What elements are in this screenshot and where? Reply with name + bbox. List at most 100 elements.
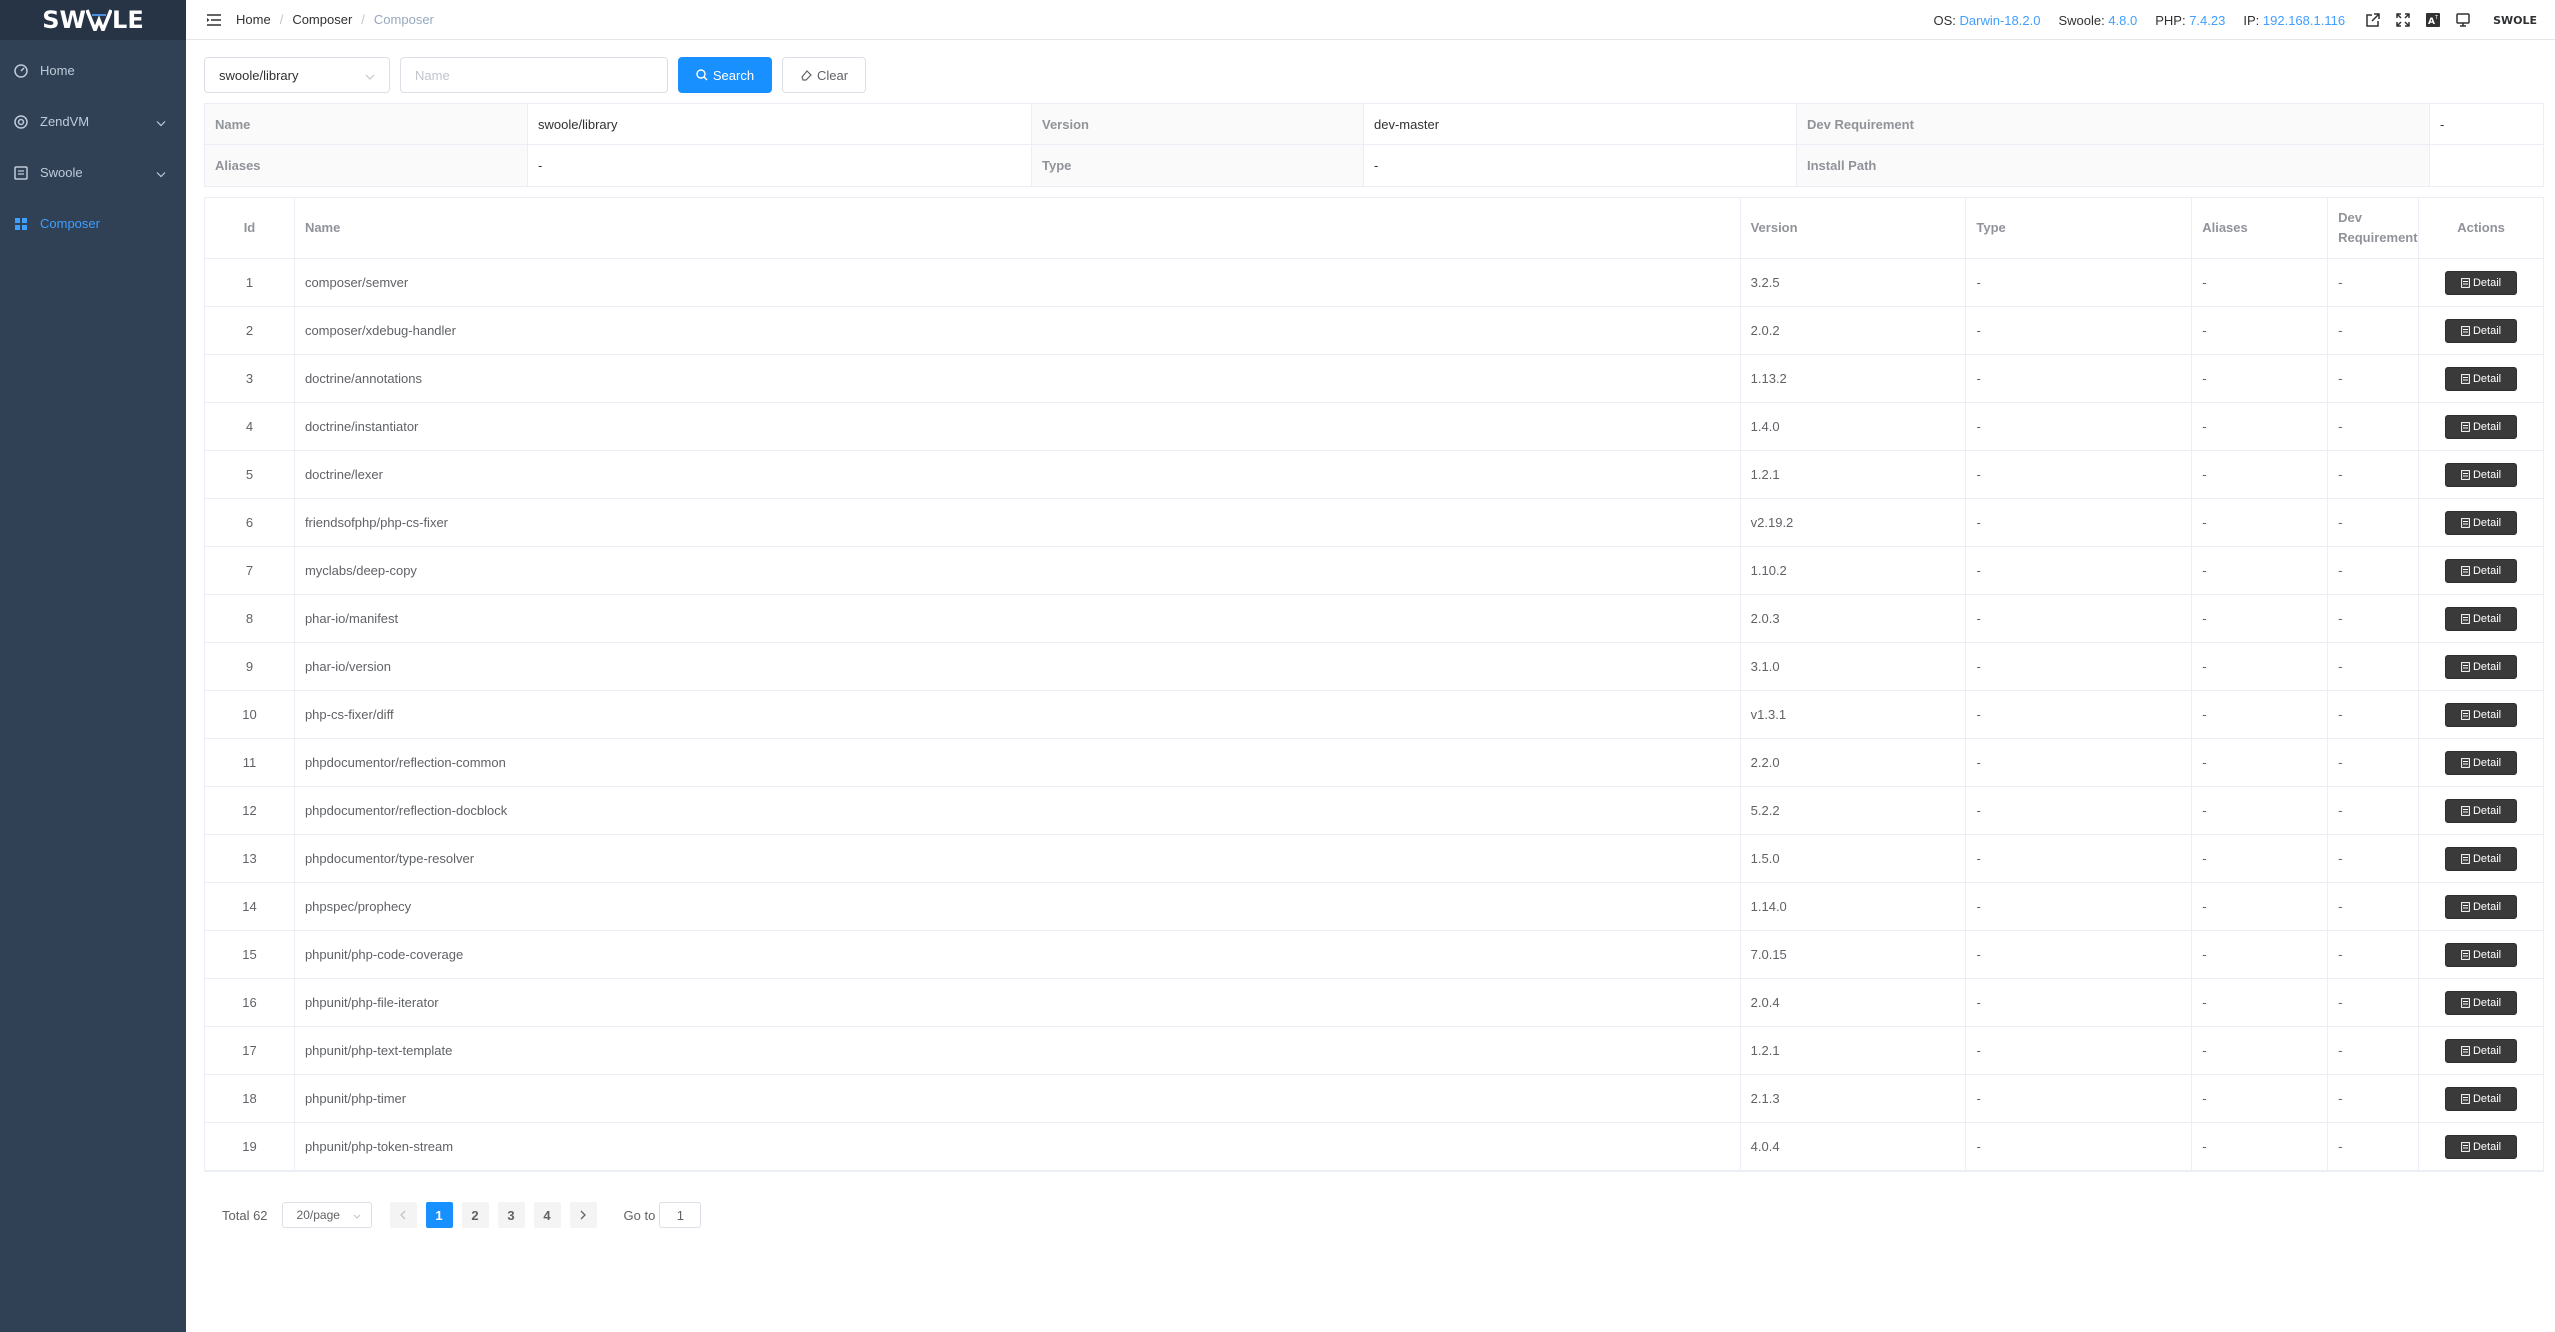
sidebar-item-zendvm[interactable]: ZendVM bbox=[0, 96, 186, 147]
goto-page: Go to bbox=[624, 1202, 702, 1228]
cell-type: - bbox=[1966, 835, 2193, 882]
cell-dev-requirement: - bbox=[2328, 883, 2420, 930]
cell-type: - bbox=[1966, 739, 2193, 786]
cell-type: - bbox=[1966, 547, 2193, 594]
external-link-icon[interactable] bbox=[2363, 10, 2383, 30]
package-select[interactable]: swoole/library bbox=[204, 57, 390, 93]
detail-button[interactable]: Detail bbox=[2445, 702, 2518, 727]
detail-button[interactable]: Detail bbox=[2445, 654, 2518, 679]
fullscreen-icon[interactable] bbox=[2393, 10, 2413, 30]
detail-button-label: Detail bbox=[2472, 612, 2502, 625]
sidebar-item-home[interactable]: Home bbox=[0, 45, 186, 96]
detail-button[interactable]: Detail bbox=[2445, 798, 2518, 823]
table-row: 8 phar-io/manifest 2.0.3- - - Detail bbox=[205, 595, 2543, 643]
document-icon bbox=[2461, 373, 2470, 384]
table-row: 15 phpunit/php-code-coverage 7.0.15- - - Deta… bbox=[205, 931, 2543, 979]
detail-button[interactable]: Detail bbox=[2445, 750, 2518, 775]
cell-version: v2.19.2 bbox=[1741, 499, 1967, 546]
cell-name: phpunit/php-text-template bbox=[295, 1027, 1741, 1074]
cell-version: 2.2.0 bbox=[1741, 739, 1967, 786]
detail-button[interactable]: Detail bbox=[2445, 990, 2518, 1015]
next-page-button[interactable] bbox=[569, 1202, 597, 1228]
sidebar-item-label: Composer bbox=[40, 216, 100, 231]
cell-type: - bbox=[1966, 1027, 2193, 1074]
detail-button[interactable]: Detail bbox=[2445, 510, 2518, 535]
breadcrumb-home[interactable]: Home bbox=[236, 12, 271, 27]
cell-type: - bbox=[1966, 643, 2193, 690]
detail-button[interactable]: Detail bbox=[2445, 1134, 2518, 1159]
cell-version: 3.1.0 bbox=[1741, 643, 1967, 690]
grid-icon bbox=[14, 217, 28, 231]
cell-dev-requirement: - bbox=[2328, 595, 2420, 642]
goto-label: Go to bbox=[623, 1207, 656, 1223]
column-header-dev-requirement: Dev Requirement bbox=[2328, 198, 2420, 258]
detail-button[interactable]: Detail bbox=[2445, 894, 2518, 919]
table-header: Id Name Version Type Aliases Dev Require… bbox=[205, 198, 2543, 259]
detail-button[interactable]: Detail bbox=[2445, 1038, 2518, 1063]
detail-button[interactable]: Detail bbox=[2445, 846, 2518, 871]
header-logo[interactable]: SWOLE bbox=[2493, 14, 2537, 27]
detail-button[interactable]: Detail bbox=[2445, 414, 2518, 439]
cell-aliases: - bbox=[2192, 691, 2329, 738]
detail-button[interactable]: Detail bbox=[2445, 606, 2518, 631]
detail-button[interactable]: Detail bbox=[2445, 1086, 2518, 1111]
breadcrumb-composer[interactable]: Composer bbox=[292, 12, 352, 27]
page-button-1[interactable]: 1 bbox=[425, 1202, 453, 1228]
cell-dev-requirement: - bbox=[2328, 643, 2420, 690]
prev-page-button[interactable] bbox=[389, 1202, 417, 1228]
cell-version: 7.0.15 bbox=[1741, 931, 1967, 978]
search-button[interactable]: Search bbox=[678, 57, 772, 93]
page-button-4[interactable]: 4 bbox=[533, 1202, 561, 1228]
cell-name: phar-io/version bbox=[295, 643, 1741, 690]
page-button-2[interactable]: 2 bbox=[461, 1202, 489, 1228]
cell-actions: Detail bbox=[2419, 1075, 2543, 1122]
app-logo[interactable]: SW LE bbox=[0, 0, 186, 40]
cell-dev-requirement: - bbox=[2328, 835, 2420, 882]
cell-version: 2.0.3 bbox=[1741, 595, 1967, 642]
column-header-type: Type bbox=[1966, 198, 2193, 258]
cell-version: 2.0.2 bbox=[1741, 307, 1967, 354]
cell-type: - bbox=[1966, 595, 2193, 642]
cell-actions: Detail bbox=[2419, 1123, 2543, 1170]
monitor-icon[interactable] bbox=[2453, 10, 2473, 30]
detail-button[interactable]: Detail bbox=[2445, 558, 2518, 583]
cell-actions: Detail bbox=[2419, 691, 2543, 738]
sidebar-item-label: Home bbox=[40, 63, 75, 78]
hamburger-icon[interactable] bbox=[192, 0, 236, 40]
detail-button[interactable]: Detail bbox=[2445, 366, 2518, 391]
detail-button-label: Detail bbox=[2472, 852, 2502, 865]
cell-aliases: - bbox=[2192, 835, 2329, 882]
page-button-3[interactable]: 3 bbox=[497, 1202, 525, 1228]
cell-type: - bbox=[1966, 451, 2193, 498]
detail-button[interactable]: Detail bbox=[2445, 462, 2518, 487]
cell-name: phpunit/php-timer bbox=[295, 1075, 1741, 1122]
cell-actions: Detail bbox=[2419, 307, 2543, 354]
detail-button-label: Detail bbox=[2472, 564, 2502, 577]
table-row: 3 doctrine/annotations 1.13.2- - - Detail bbox=[205, 355, 2543, 403]
cell-version: 1.4.0 bbox=[1741, 403, 1967, 450]
cell-name: friendsofphp/php-cs-fixer bbox=[295, 499, 1741, 546]
detail-button[interactable]: Detail bbox=[2445, 942, 2518, 967]
chevron-left-icon bbox=[400, 1210, 406, 1220]
cell-name: composer/semver bbox=[295, 259, 1741, 306]
detail-button[interactable]: Detail bbox=[2445, 270, 2518, 295]
document-icon bbox=[2461, 1093, 2470, 1104]
ip-info: IP: 192.168.1.116 bbox=[2243, 12, 2346, 28]
sidebar-item-composer[interactable]: Composer bbox=[0, 198, 186, 249]
font-size-icon[interactable]: AT bbox=[2423, 10, 2443, 30]
clear-button[interactable]: Clear bbox=[782, 57, 866, 93]
cell-aliases: - bbox=[2192, 307, 2329, 354]
sidebar-item-swoole[interactable]: Swoole bbox=[0, 147, 186, 198]
os-info: OS: Darwin-18.2.0 bbox=[1933, 12, 2041, 28]
name-input[interactable] bbox=[400, 57, 668, 93]
goto-page-input[interactable] bbox=[659, 1202, 702, 1228]
cell-name: phpdocumentor/reflection-common bbox=[295, 739, 1741, 786]
detail-button[interactable]: Detail bbox=[2445, 318, 2518, 343]
cell-actions: Detail bbox=[2419, 883, 2543, 930]
sidebar-item-label: Swoole bbox=[40, 165, 83, 180]
table-row: 5 doctrine/lexer 1.2.1- - - Detail bbox=[205, 451, 2543, 499]
page-size-select[interactable]: 20/page bbox=[281, 1202, 372, 1228]
document-icon bbox=[2461, 661, 2470, 672]
cell-dev-requirement: - bbox=[2328, 1123, 2420, 1170]
detail-button-label: Detail bbox=[2472, 1092, 2502, 1105]
